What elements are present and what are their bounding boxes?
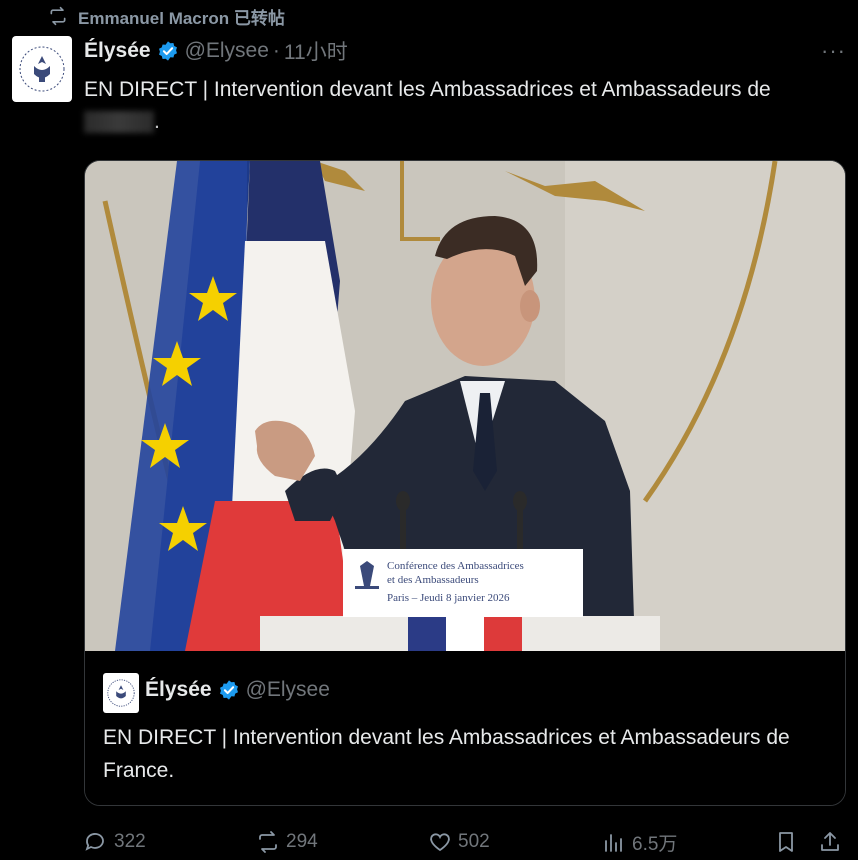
quoted-text: EN DIRECT | Intervention devant les Amba…: [103, 726, 790, 782]
author-avatar[interactable]: [12, 36, 72, 102]
quoted-author-avatar[interactable]: [103, 673, 139, 713]
share-icon: [821, 832, 839, 851]
quoted-author-name[interactable]: Élysée: [145, 678, 212, 702]
retweet-indicator: Emmanuel Macron 已转帖: [48, 4, 285, 28]
quoted-author-handle[interactable]: @Elysee: [246, 678, 330, 702]
tweet-body: EN DIRECT | Intervention devant les Amba…: [84, 74, 834, 138]
bookmark-button[interactable]: [774, 830, 798, 854]
podium-line-2: et des Ambassadeurs: [387, 574, 479, 586]
heart-icon: [430, 833, 450, 852]
verified-badge-icon: [219, 680, 238, 700]
quoted-tweet[interactable]: Élysée @Elysee EN DIRECT | Intervention …: [85, 651, 845, 805]
reply-count: 322: [114, 831, 146, 852]
retweet-text[interactable]: Emmanuel Macron 已转帖: [78, 4, 285, 29]
reply-button[interactable]: 322: [84, 830, 146, 854]
elysee-logo-icon: [19, 46, 65, 92]
quoted-header: Élysée @Elysee: [145, 675, 330, 705]
verified-badge-icon: [158, 41, 177, 61]
tweet-text-tail: .: [154, 110, 160, 133]
views-count: 6.5万: [632, 833, 678, 855]
video-thumbnail[interactable]: Conférence des Ambassadrices et des Amba…: [85, 161, 845, 651]
author-handle[interactable]: @Elysee: [185, 39, 269, 63]
repost-icon: [259, 831, 277, 853]
views-button[interactable]: 6.5万: [602, 829, 677, 856]
more-options-button[interactable]: ···: [821, 38, 846, 64]
bookmark-icon: [779, 832, 793, 852]
media-card[interactable]: Conférence des Ambassadrices et des Amba…: [84, 160, 846, 806]
podium-line-1: Conférence des Ambassadrices: [387, 560, 524, 572]
like-button[interactable]: 502: [428, 830, 490, 854]
share-button[interactable]: [818, 830, 842, 854]
repost-button[interactable]: 294: [256, 830, 318, 854]
separator-dot: ·: [272, 39, 280, 62]
reply-icon: [85, 833, 104, 851]
podium-line-3: Paris – Jeudi 8 janvier 2026: [387, 592, 510, 604]
tweet-actions: 322 294 502 6.5万: [84, 824, 846, 860]
elysee-logo-icon: [107, 679, 135, 707]
tweet-text: EN DIRECT | Intervention devant les Amba…: [84, 78, 771, 101]
repost-count: 294: [286, 831, 318, 852]
redacted-text: [84, 111, 154, 134]
analytics-icon: [605, 834, 622, 852]
like-count: 502: [458, 831, 490, 852]
tweet-header: Élysée @Elysee · 11小时 ···: [84, 36, 846, 66]
repost-icon: [50, 6, 66, 26]
author-name[interactable]: Élysée: [84, 39, 151, 63]
timestamp[interactable]: 11小时: [284, 36, 348, 66]
